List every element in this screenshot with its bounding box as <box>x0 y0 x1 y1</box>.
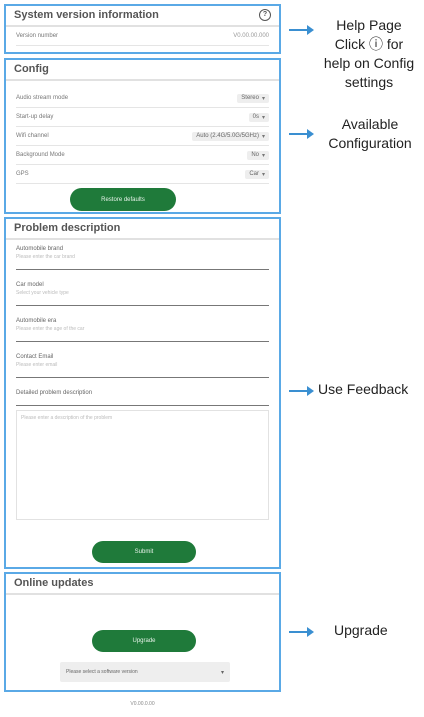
help-note: Help Page Click ⓘ for help on Config set… <box>314 16 424 92</box>
feedback-note: Use Feedback <box>318 381 409 397</box>
submit-button[interactable]: Submit <box>92 541 196 563</box>
version-value: V0.00.00.000 <box>233 33 269 39</box>
config-title: Config <box>6 60 279 81</box>
automobile-era-field[interactable]: Automobile era Please enter the age of t… <box>16 312 269 342</box>
help-note-line: settings <box>344 74 394 90</box>
config-row-wifi[interactable]: Wifi channel Auto (2.4G/5.0G/5GHz) ▾ <box>16 127 269 146</box>
help-arrow-icon <box>289 25 314 35</box>
config-row-audio[interactable]: Audio stream mode Stereo ▾ <box>16 89 269 108</box>
startup-delay-value: 0s <box>252 114 259 120</box>
problem-description-panel: Problem description Automobile brand Ple… <box>4 217 281 569</box>
footer-version: V0.00.0.00 <box>130 701 155 707</box>
wifi-channel-dropdown[interactable]: Auto (2.4G/5.0G/5GHz) ▾ <box>192 131 269 141</box>
available-note-line: Available <box>341 116 399 132</box>
automobile-era-input[interactable]: Please enter the age of the car <box>16 326 269 332</box>
config-row-label: Background Mode <box>16 152 65 158</box>
car-model-input[interactable]: Select your vehicle type <box>16 290 269 296</box>
config-row-label: GPS <box>16 171 29 177</box>
config-row-gps[interactable]: GPS Car ▾ <box>16 165 269 184</box>
car-model-label: Car model <box>16 282 44 288</box>
automobile-era-label: Automobile era <box>16 318 57 324</box>
brand-field[interactable]: Automobile brand Please enter the car br… <box>16 240 269 270</box>
software-version-placeholder: Please select a software version <box>66 669 138 675</box>
config-row-label: Audio stream mode <box>16 95 69 101</box>
startup-delay-dropdown[interactable]: 0s ▾ <box>248 112 269 122</box>
online-updates-panel: Online updates Upgrade Please select a s… <box>4 572 281 692</box>
chevron-down-icon: ▾ <box>261 133 265 140</box>
gps-dropdown[interactable]: Car ▾ <box>245 169 269 179</box>
gps-value: Car <box>249 171 259 177</box>
config-panel: Config Audio stream mode Stereo ▾ Start-u… <box>4 58 281 214</box>
problem-description-title: Problem description <box>6 219 279 240</box>
available-arrow-icon <box>289 129 314 139</box>
version-label: Version number <box>16 33 59 39</box>
software-version-select[interactable]: Please select a software version ▾ <box>60 662 230 682</box>
system-version-header: System version information ? <box>6 6 279 27</box>
wifi-channel-value: Auto (2.4G/5.0G/5GHz) <box>196 133 259 139</box>
available-note: Available Configuration <box>316 115 424 153</box>
detail-label-row: Detailed problem description <box>16 384 269 406</box>
restore-defaults-button[interactable]: Restore defaults <box>70 188 176 211</box>
help-note-line: help on Config <box>323 55 415 71</box>
config-row-label: Start-up delay <box>16 114 54 120</box>
upgrade-button[interactable]: Upgrade <box>92 630 196 652</box>
feedback-arrow-icon <box>289 386 314 396</box>
config-row-label: Wifi channel <box>16 133 49 139</box>
brand-input[interactable]: Please enter the car brand <box>16 254 269 260</box>
system-version-title: System version information <box>14 9 159 21</box>
detail-label: Detailed problem description <box>16 390 93 396</box>
car-model-field[interactable]: Car model Select your vehicle type <box>16 276 269 306</box>
detail-placeholder: Please enter a description of the proble… <box>21 415 113 421</box>
contact-email-label: Contact Email <box>16 354 54 360</box>
online-updates-title: Online updates <box>6 574 279 595</box>
chevron-down-icon: ▾ <box>261 95 265 102</box>
available-note-line: Configuration <box>328 135 412 151</box>
contact-email-input[interactable]: Please enter email <box>16 362 269 368</box>
contact-email-field[interactable]: Contact Email Please enter email <box>16 348 269 378</box>
config-row-background[interactable]: Background Mode No ▾ <box>16 146 269 165</box>
detail-textarea[interactable]: Please enter a description of the proble… <box>16 410 269 520</box>
background-mode-dropdown[interactable]: No ▾ <box>247 150 269 160</box>
audio-mode-value: Stereo <box>241 95 259 101</box>
help-note-line: Click ⓘ for <box>334 36 404 52</box>
chevron-down-icon: ▾ <box>261 152 265 159</box>
upgrade-arrow-icon <box>289 627 314 637</box>
version-row: Version number V0.00.00.000 <box>16 27 269 46</box>
help-circle-icon[interactable]: ? <box>259 9 271 21</box>
upgrade-note: Upgrade <box>334 622 388 638</box>
config-row-startup[interactable]: Start-up delay 0s ▾ <box>16 108 269 127</box>
chevron-down-icon: ▾ <box>261 171 265 178</box>
chevron-down-icon: ▾ <box>261 114 265 121</box>
chevron-down-icon: ▾ <box>220 669 224 676</box>
audio-mode-dropdown[interactable]: Stereo ▾ <box>237 93 269 103</box>
system-version-panel: System version information ? Version num… <box>4 4 281 54</box>
help-note-line: Help Page <box>336 17 402 33</box>
background-mode-value: No <box>251 152 259 158</box>
brand-label: Automobile brand <box>16 246 64 252</box>
